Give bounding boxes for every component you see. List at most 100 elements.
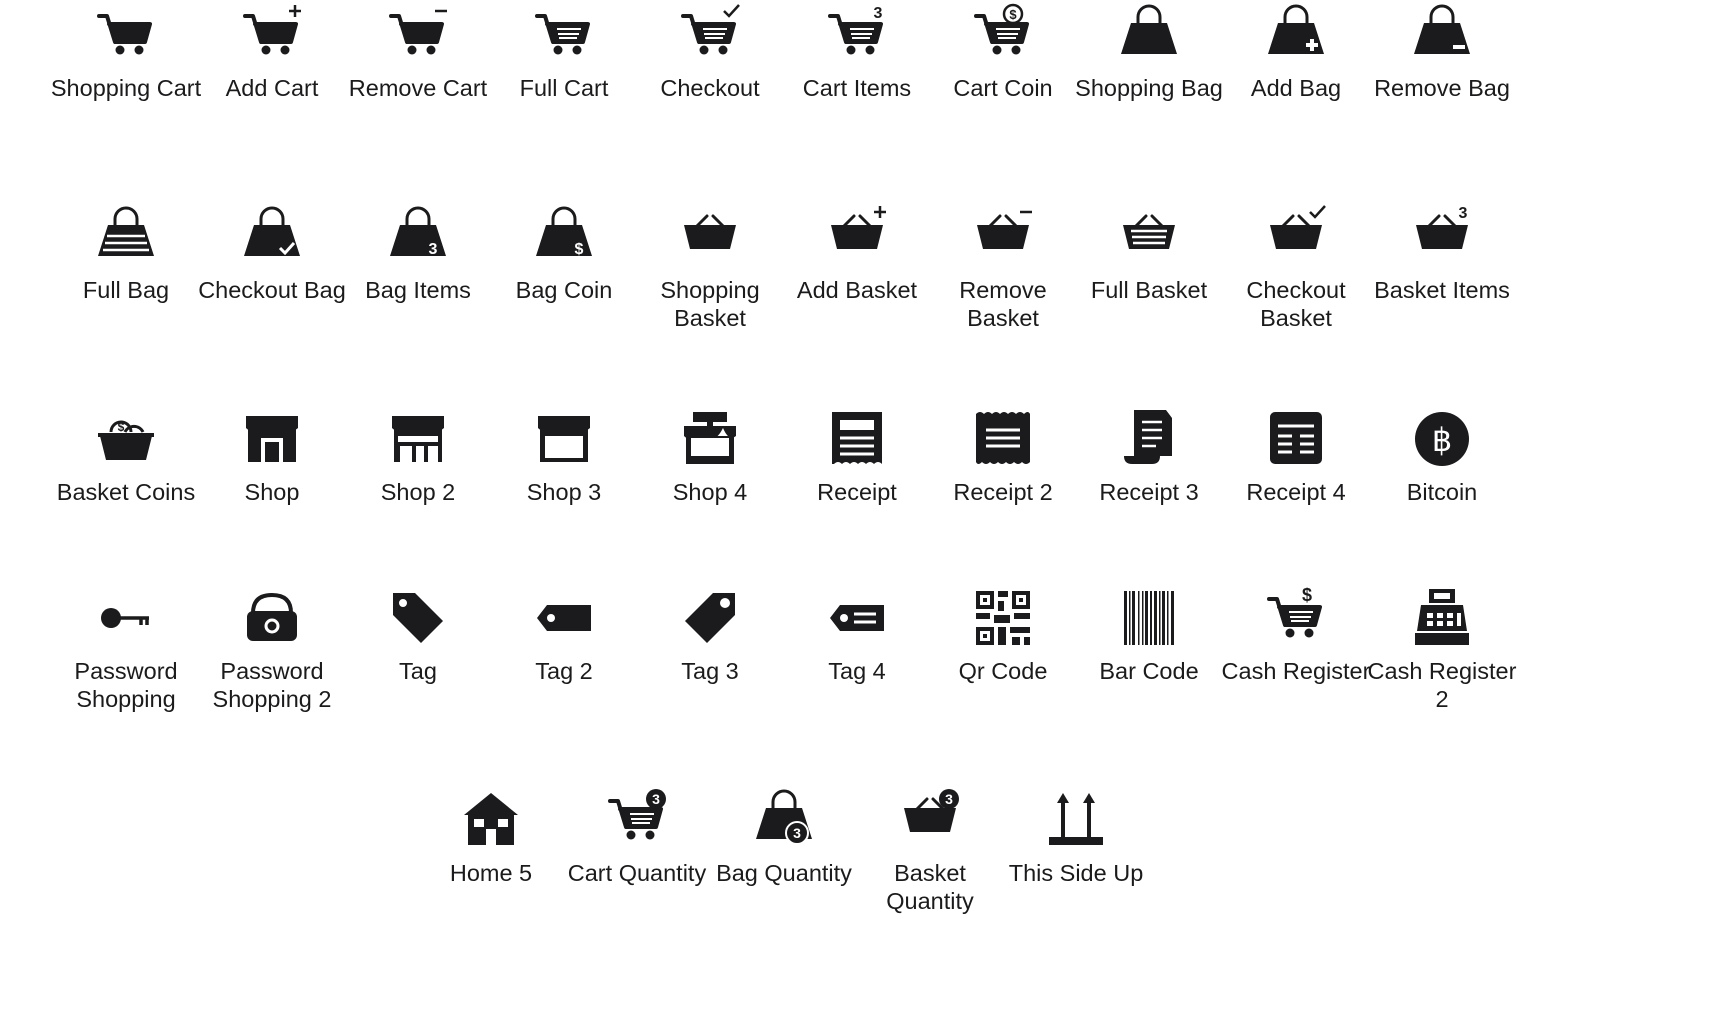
add-bag-icon	[1268, 4, 1324, 54]
icon-label: Basket Coins	[56, 479, 196, 505]
icon-tile: 3 Bag Quantity	[703, 787, 865, 887]
svg-text:$: $	[118, 420, 125, 434]
icon-tile: 3 Bag Items	[337, 204, 499, 304]
icon-label: Tag 4	[828, 658, 886, 684]
icon-tile: Remove Basket	[922, 204, 1084, 332]
icon-tile: 3 Cart Items	[776, 2, 938, 102]
icon-tile: Password Shopping	[45, 585, 207, 713]
svg-text:3: 3	[793, 825, 801, 841]
icon-tile: $ Basket Coins	[45, 406, 207, 506]
icon-tile: 3 Basket Items	[1361, 204, 1523, 304]
icon-label: Bitcoin	[1406, 479, 1478, 505]
icon-tile: Shopping Basket	[629, 204, 791, 332]
bag-coin-icon: $	[536, 206, 592, 258]
remove-basket-icon	[977, 210, 1032, 249]
cart-items-icon: 3	[828, 5, 883, 55]
shop-2-icon	[392, 416, 444, 462]
svg-text:3: 3	[945, 791, 953, 807]
icon-label: Tag	[399, 658, 437, 684]
icon-label: Cash Register 2	[1367, 658, 1517, 712]
cash-register-icon: $	[1267, 585, 1322, 638]
icon-tile: Tag	[337, 585, 499, 685]
full-basket-icon	[1123, 214, 1175, 249]
bag-items-icon: 3	[390, 206, 446, 258]
this-side-up-icon	[1049, 793, 1103, 845]
icon-tile: Full Basket	[1068, 204, 1230, 304]
shopping-bag-icon	[1121, 4, 1177, 54]
icon-tile: Home 5	[410, 787, 572, 887]
icon-tile: Full Cart	[483, 2, 645, 102]
tag-icon	[393, 593, 443, 643]
icon-tile: $ Cash Register	[1215, 585, 1377, 685]
icon-tile: Tag 3	[629, 585, 791, 685]
bitcoin-icon: ฿	[1415, 412, 1469, 466]
icon-label: Shopping Basket	[660, 277, 760, 331]
icon-tile: Shopping Bag	[1068, 2, 1230, 102]
svg-text:฿: ฿	[1432, 421, 1452, 459]
icon-label: Cart Items	[802, 75, 912, 101]
icon-label: Receipt 2	[953, 479, 1053, 505]
svg-text:3: 3	[1459, 205, 1468, 222]
icon-label: Remove Bag	[1374, 75, 1510, 101]
icon-tile: Receipt 2	[922, 406, 1084, 506]
svg-text:$: $	[1009, 7, 1017, 22]
icon-label: Tag 3	[681, 658, 739, 684]
icon-tile: Tag 4	[776, 585, 938, 685]
icon-label: Checkout Bag	[198, 277, 346, 303]
icon-label: Receipt 4	[1246, 479, 1346, 505]
icon-label: Cart Quantity	[567, 860, 707, 886]
tag-4-icon	[830, 605, 884, 631]
add-basket-icon	[831, 206, 886, 249]
tag-3-icon	[685, 593, 735, 643]
shop-4-icon	[684, 412, 736, 464]
icon-label: Tag 2	[535, 658, 593, 684]
icon-label: Add Basket	[796, 277, 918, 303]
icon-tile: Remove Cart	[337, 2, 499, 102]
icon-label: Qr Code	[958, 658, 1048, 684]
icon-label: Checkout	[660, 75, 760, 101]
svg-text:$: $	[575, 241, 584, 258]
icon-tile: Shop 4	[629, 406, 791, 506]
icon-label: Checkout Basket	[1246, 277, 1346, 331]
icon-label: Bar Code	[1099, 658, 1199, 684]
cart-quantity-icon: 3	[608, 789, 666, 840]
icon-tile: Bar Code	[1068, 585, 1230, 685]
icon-tile: ฿ Bitcoin	[1361, 406, 1523, 506]
icon-tile: Tag 2	[483, 585, 645, 685]
icon-label: Full Bag	[82, 277, 170, 303]
receipt-4-icon	[1270, 412, 1322, 464]
full-bag-icon	[98, 206, 154, 256]
icon-label: Remove Cart	[348, 75, 488, 101]
svg-text:3: 3	[429, 241, 438, 258]
checkout-bag-icon	[244, 206, 300, 256]
icon-tile: Checkout Bag	[191, 204, 353, 304]
icon-label: Shop 4	[672, 479, 748, 505]
icon-tile: Receipt 4	[1215, 406, 1377, 506]
cash-register-2-icon	[1415, 589, 1469, 645]
shop-icon	[246, 416, 298, 462]
icon-label: Remove Basket	[959, 277, 1047, 331]
icon-label: Home 5	[449, 860, 533, 886]
svg-text:$: $	[1302, 585, 1312, 605]
cart-coin-icon: $	[974, 3, 1029, 55]
checkout-basket-icon	[1270, 205, 1326, 249]
icon-tile: Checkout	[629, 2, 791, 102]
icon-label: Shopping Bag	[1075, 75, 1223, 101]
icon-label: Basket Items	[1374, 277, 1510, 303]
icon-label: Full Basket	[1090, 277, 1208, 303]
icon-tile: 3 Cart Quantity	[556, 787, 718, 887]
icon-label: Bag Coin	[515, 277, 613, 303]
icon-label: Bag Items	[365, 277, 471, 303]
svg-text:3: 3	[874, 5, 883, 22]
receipt-icon	[832, 412, 882, 464]
icon-label: Basket Quantity	[886, 860, 974, 914]
icon-tile: Checkout Basket	[1215, 204, 1377, 332]
icon-sheet: { "icons": [ {"label": "Shopping Cart", …	[0, 0, 1736, 1020]
icon-label: Shop 2	[380, 479, 456, 505]
password-shopping-icon	[101, 608, 149, 628]
basket-coins-icon: $	[98, 420, 154, 460]
shop-3-icon	[538, 416, 590, 462]
basket-items-icon: 3	[1416, 205, 1468, 249]
receipt-3-icon	[1124, 410, 1172, 464]
icon-tile: Full Bag	[45, 204, 207, 304]
